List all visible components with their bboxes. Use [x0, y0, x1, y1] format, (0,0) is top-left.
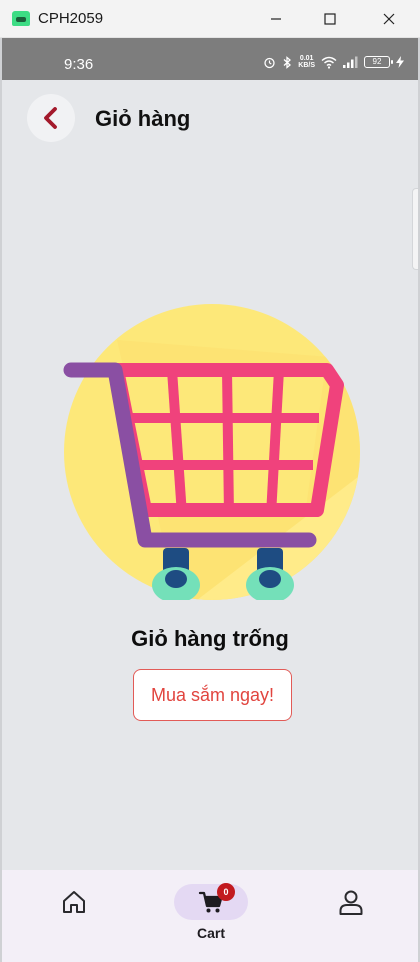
nav-item-home[interactable]	[47, 870, 101, 962]
empty-cart-title: Giỏ hàng trống	[131, 626, 289, 651]
status-bar: 9:36 0.01 KB/S 92	[2, 38, 418, 80]
phone-screen: 9:36 0.01 KB/S 92 Giỏ hàng Giỏ hàng trốn…	[0, 38, 420, 962]
window-title: CPH2059	[38, 10, 104, 27]
minimize-icon	[271, 18, 281, 20]
maximize-button[interactable]	[318, 7, 342, 31]
android-app-icon	[12, 11, 30, 26]
home-icon	[63, 891, 85, 913]
person-icon	[339, 890, 363, 915]
close-icon	[383, 13, 395, 25]
status-time: 9:36	[64, 56, 94, 73]
nav-item-cart[interactable]: 0 Cart	[172, 870, 250, 962]
maximize-icon	[324, 13, 336, 25]
nav-account-icon-wrap	[314, 884, 388, 920]
network-speed: 0.01 KB/S	[298, 55, 315, 69]
nav-cart-label: Cart	[196, 925, 225, 941]
network-speed-unit: KB/S	[298, 62, 315, 69]
network-speed-value: 0.01	[299, 55, 314, 62]
shop-now-button[interactable]: Mua sắm ngay!	[133, 669, 292, 721]
charging-icon	[396, 56, 404, 68]
nav-item-account[interactable]	[324, 870, 378, 962]
alarm-icon	[264, 57, 275, 68]
nav-home-icon-wrap	[37, 884, 111, 920]
bottom-navigation: 0 Cart	[2, 870, 418, 962]
back-button[interactable]	[27, 94, 75, 142]
page-title: Giỏ hàng	[95, 106, 191, 131]
empty-cart-illustration	[63, 304, 360, 600]
nav-cart-pill: 0	[174, 883, 248, 920]
cart-count-badge: 0	[217, 883, 235, 901]
signal-icon	[343, 56, 358, 68]
chevron-left-icon	[44, 107, 57, 129]
battery-indicator: 92	[364, 56, 393, 68]
wifi-icon	[321, 56, 337, 69]
status-icons: 0.01 KB/S 92	[263, 55, 404, 69]
bluetooth-icon	[283, 55, 292, 69]
close-button[interactable]	[377, 7, 401, 31]
window-titlebar: CPH2059	[0, 0, 420, 38]
side-edge-handle[interactable]	[412, 188, 418, 270]
minimize-button[interactable]	[264, 7, 288, 31]
